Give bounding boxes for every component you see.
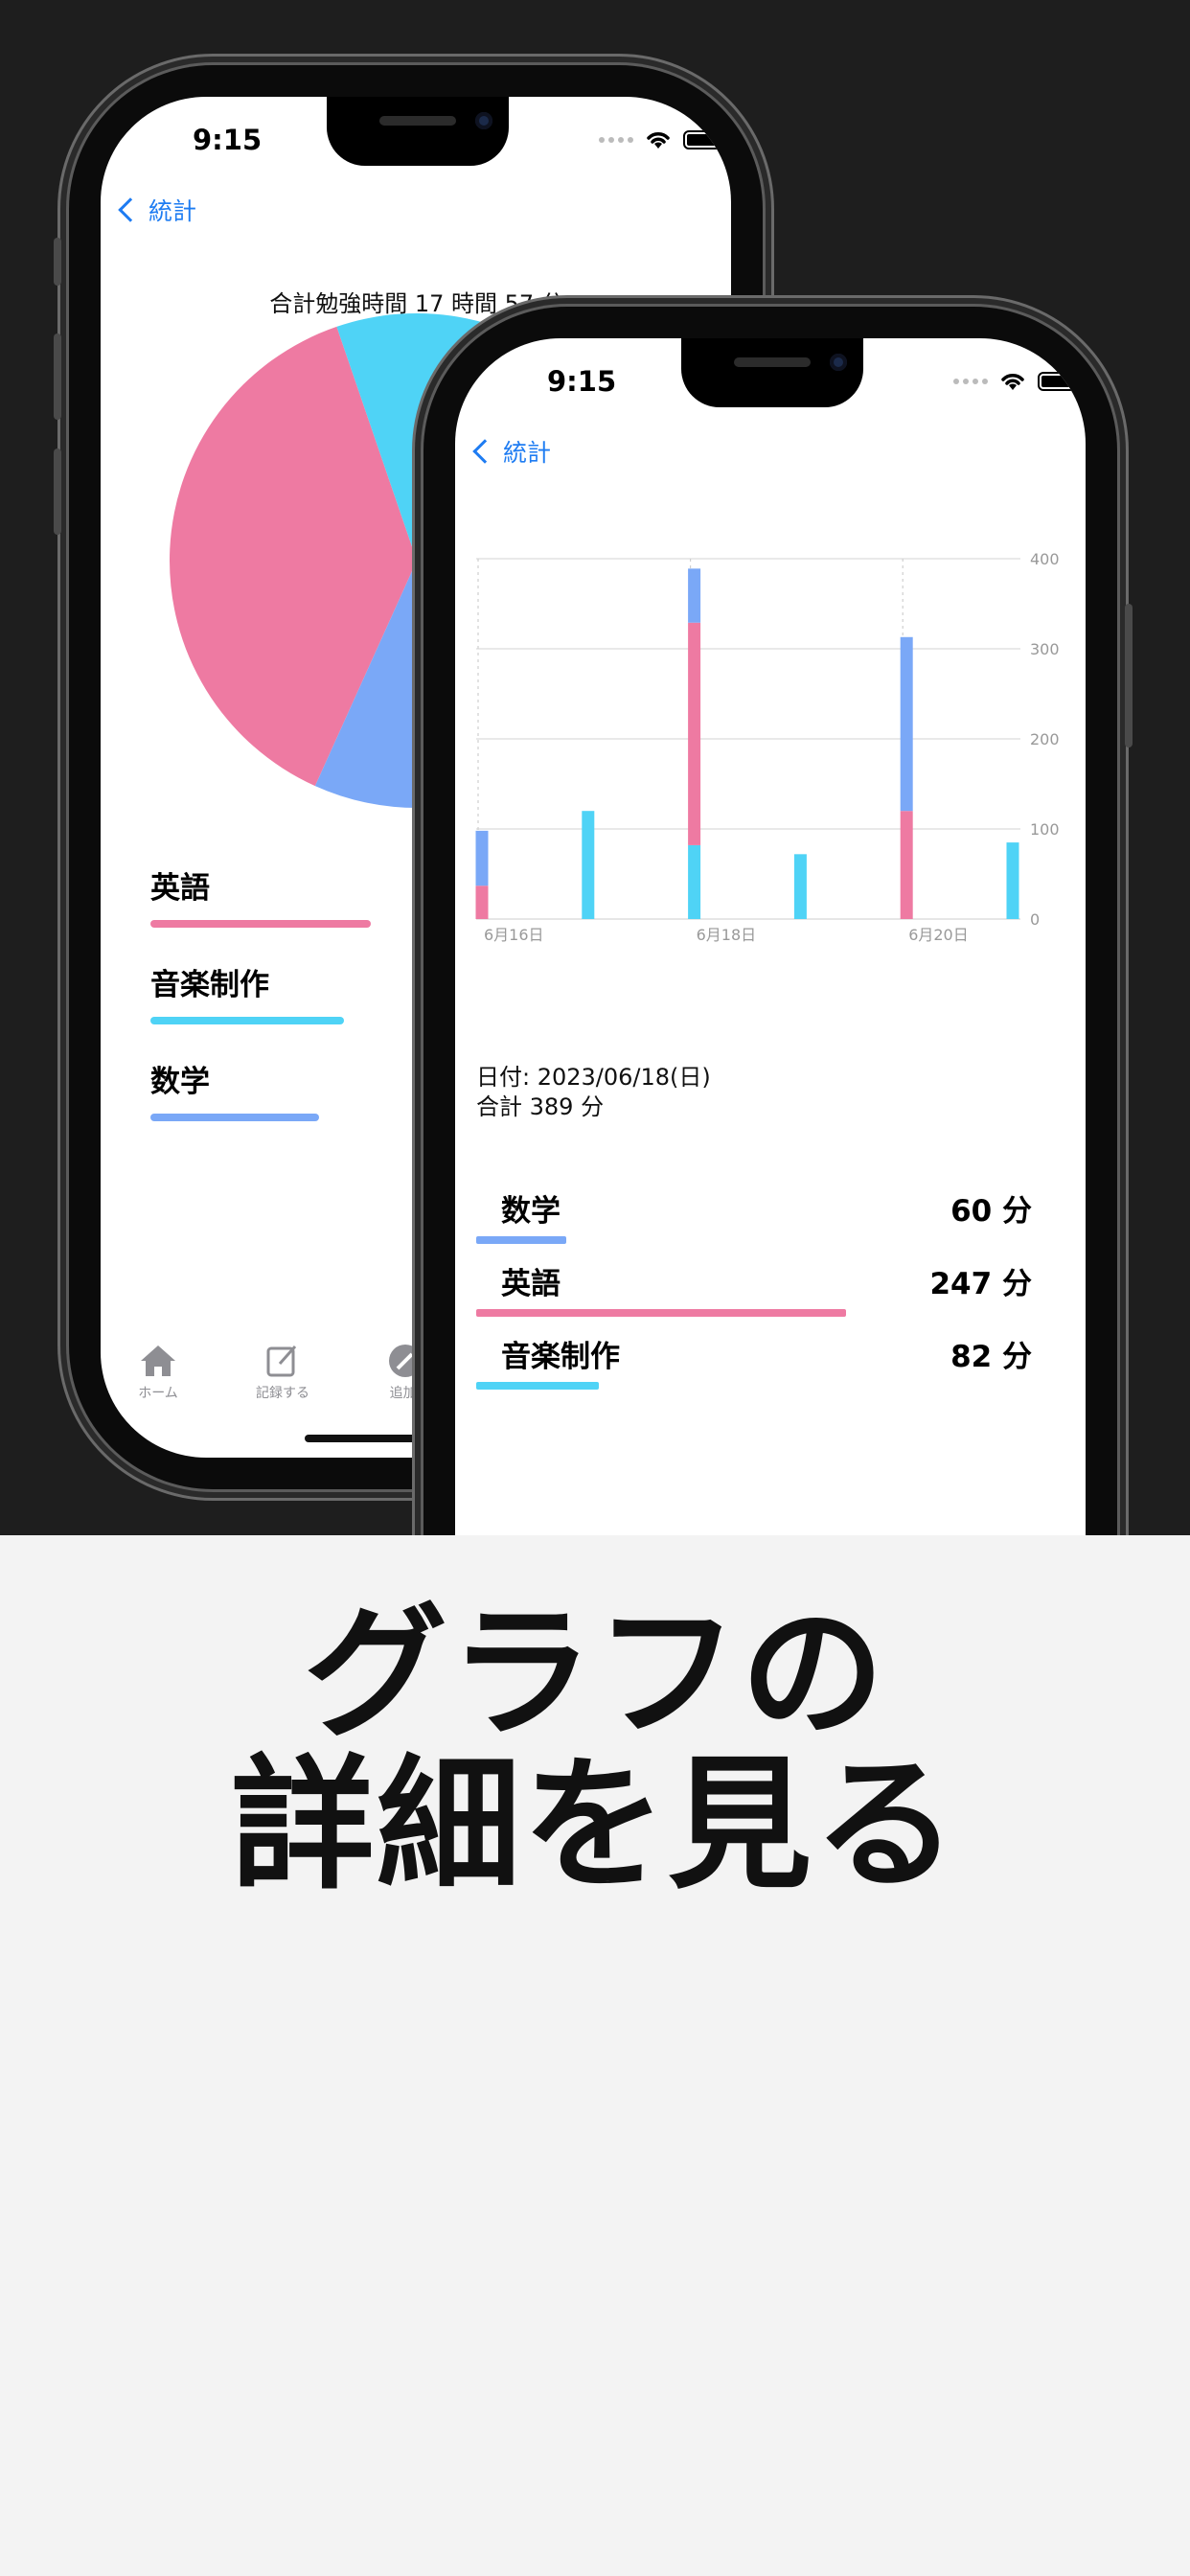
bar-4-series-1 xyxy=(900,811,913,919)
promo-headline: グラフの 詳細を見る xyxy=(0,1598,1190,1901)
back-button-label: 統計 xyxy=(503,439,552,467)
selected-date-detail: 日付: 2023/06/18(日) 合計 389 分 xyxy=(476,1063,711,1122)
selected-total: 合計 389 分 xyxy=(476,1093,605,1120)
compose-icon xyxy=(266,1346,297,1377)
notch xyxy=(327,97,509,166)
mute-switch xyxy=(54,238,61,286)
battery-icon xyxy=(1038,372,1080,391)
headline-line-2: 詳細を見る xyxy=(230,1742,959,1909)
y-tick-label-0: 0 xyxy=(1030,910,1040,929)
back-button[interactable]: 統計 xyxy=(118,193,197,227)
volume-down-button xyxy=(54,448,61,535)
subject-bar-math xyxy=(476,1236,566,1244)
power-button xyxy=(1125,604,1133,748)
legend-bar-english xyxy=(150,920,371,928)
back-button-label: 統計 xyxy=(149,197,197,225)
wifi-icon xyxy=(647,132,670,149)
pencil-circle-icon xyxy=(389,1345,422,1377)
status-icons xyxy=(599,129,725,150)
bar-1-series-0 xyxy=(582,811,595,919)
headline-line-1: グラフの xyxy=(303,1591,886,1758)
bar-4-series-2 xyxy=(900,636,913,812)
selected-date: 日付: 2023/06/18(日) xyxy=(476,1064,711,1091)
legend-item-english: 英語 xyxy=(150,863,371,928)
front-phone-frame: 9:15 統計 0 100 200 300 400 6月16日 6月18日 6月20日 日付:… xyxy=(423,307,1133,1535)
chevron-left-icon xyxy=(118,197,143,222)
bar-2-series-2 xyxy=(688,568,701,623)
subject-bar-music xyxy=(476,1382,599,1390)
battery-icon xyxy=(683,130,725,150)
status-time: 9:15 xyxy=(193,124,263,156)
bar-0-series-1 xyxy=(475,886,489,919)
bar-5-series-0 xyxy=(1006,842,1019,919)
front-phone-screen: 9:15 統計 0 100 200 300 400 6月16日 6月18日 6月20日 日付:… xyxy=(455,338,1086,1535)
subject-row-math[interactable]: 数学 60 分 xyxy=(476,1186,1032,1244)
bar-3-series-0 xyxy=(793,854,807,919)
subject-row-music[interactable]: 音楽制作 82 分 xyxy=(476,1332,1032,1390)
legend-item-math: 数学 xyxy=(150,1057,319,1121)
bar-0-series-2 xyxy=(475,830,489,886)
legend-item-music: 音楽制作 xyxy=(150,960,344,1024)
legend-bar-music xyxy=(150,1017,344,1024)
chevron-left-icon xyxy=(472,439,497,464)
subject-bar-english xyxy=(476,1309,846,1317)
bar-2-series-1 xyxy=(688,622,701,845)
y-tick-label-1: 100 xyxy=(1030,820,1060,839)
x-tick-label-1: 6月18日 xyxy=(697,926,757,944)
x-tick-label-0: 6月16日 xyxy=(484,926,544,944)
y-tick-label-4: 400 xyxy=(1030,550,1060,568)
volume-up-button xyxy=(54,334,61,420)
tab-home[interactable]: ホーム xyxy=(110,1343,206,1402)
status-icons xyxy=(953,371,1080,392)
stacked-bar-chart: 0 100 200 300 400 6月16日 6月18日 6月20日 xyxy=(475,550,1060,944)
bar-2-series-0 xyxy=(688,844,701,919)
house-icon xyxy=(141,1346,175,1376)
back-button[interactable]: 統計 xyxy=(472,434,552,469)
tab-record[interactable]: 記録する xyxy=(235,1343,331,1402)
y-tick-label-2: 200 xyxy=(1030,730,1060,748)
y-tick-label-3: 300 xyxy=(1030,640,1060,658)
status-time: 9:15 xyxy=(547,365,617,398)
notch xyxy=(681,338,863,407)
wifi-icon xyxy=(1001,374,1024,390)
legend-bar-math xyxy=(150,1114,319,1121)
subject-row-english[interactable]: 英語 247 分 xyxy=(476,1259,1032,1317)
signal-icon xyxy=(599,137,633,143)
signal-icon xyxy=(953,379,988,384)
promo-dark-background: 9:15 統計 合計勉強時間 17 時間 57 分 英語 音楽制作 数学 ホーム… xyxy=(0,0,1190,1535)
x-tick-label-2: 6月20日 xyxy=(908,926,969,944)
